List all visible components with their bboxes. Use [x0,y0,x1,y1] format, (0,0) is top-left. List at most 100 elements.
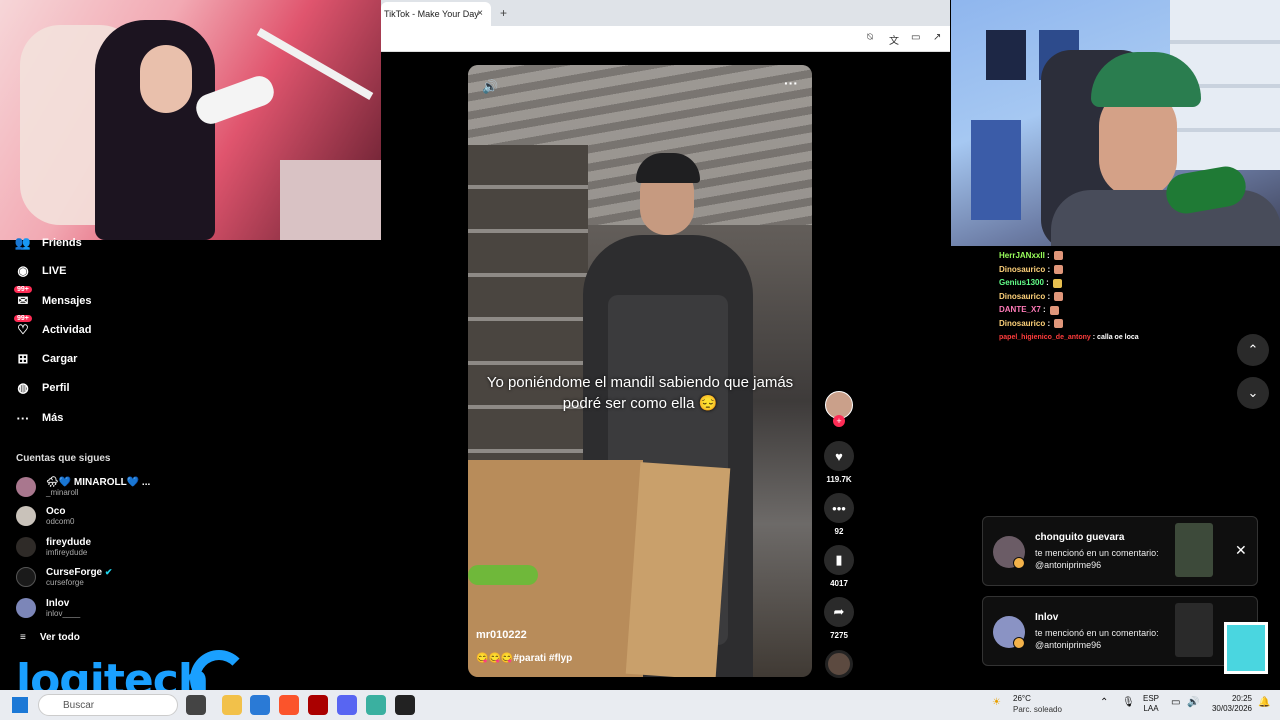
chat-text: calla oe loca [1097,333,1139,341]
notification-text: te mencionó en un comentario: @antonipri… [1035,628,1159,650]
system-clock[interactable]: 20:25 30/03/2026 [1204,694,1252,714]
windows-taskbar: Buscar [0,690,1280,720]
account-name: Oco [46,505,66,517]
chat-message: papel_higienico_de_antony : calla oe loc… [999,333,1139,341]
avatar [16,598,36,618]
following-account[interactable]: 🌧💙 MINAROLL💙 ... _minaroll [16,474,150,500]
friends-icon: 👥 [14,235,32,250]
avatar [16,506,36,526]
clock-date: 30/03/2026 [1211,704,1252,713]
tab-close-icon[interactable]: × [477,8,483,19]
comment-badge-icon [1013,557,1025,569]
screen: TikTok - Make Your Day × + ⍉ 文 ▭ ↗ 👥 Fri… [0,0,1280,720]
comment-action[interactable]: ••• 92 [824,493,854,536]
task-view-icon[interactable] [186,695,206,715]
storage-shelf [468,145,588,475]
microphone-icon[interactable]: 🎙 [1122,697,1135,708]
volume-icon[interactable]: 🔊 [482,79,498,95]
like-action[interactable]: ♥ 119.7K [824,441,854,484]
windows-start-icon[interactable] [12,697,28,713]
video-player[interactable]: 🔊 ··· Yo poniéndome el mandil sabiendo q… [468,65,812,677]
tray-chevron-icon[interactable]: ⌃ [1100,697,1108,708]
close-icon[interactable]: ✕ [1235,542,1247,559]
browser-tab-bar: TikTok - Make Your Day × + [381,0,950,26]
taskbar-search[interactable]: Buscar [38,694,178,716]
sidebar-item-activity[interactable]: ♡ 99+ Actividad [14,315,92,341]
previous-video-button[interactable]: ⌃ [1237,334,1269,366]
profile-icon: ◍ [17,380,29,395]
tab-title: TikTok - Make Your Day [384,9,479,19]
brave-browser-icon[interactable] [279,695,299,715]
avatar [16,537,36,557]
emote-icon [1054,319,1064,329]
minecraft-figure [971,120,1021,220]
save-action[interactable]: ▮ 4017 [824,545,854,588]
next-video-button[interactable]: ⌄ [1237,377,1269,409]
reader-mode-icon[interactable]: ⍉ [867,32,873,43]
follow-plus-icon[interactable]: + [833,415,845,427]
mic-arm [256,28,374,100]
account-name: 🌧💙 MINAROLL💙 ... [46,476,151,488]
streamer-webcam-left [0,0,381,240]
obs-icon[interactable] [395,695,415,715]
share-arrow-icon[interactable]: ➦ [824,597,854,627]
weather-temp: 26°C [1013,694,1031,703]
video-more-icon[interactable]: ··· [784,75,798,91]
emote-icon [1054,264,1064,274]
sidebar-item-upload[interactable]: ⊞ Cargar [14,348,78,370]
chat-user: HerrJANxxII [999,251,1045,260]
sidebar-item-messages[interactable]: ✉ 99+ Mensajes [14,286,92,312]
discord-icon[interactable] [337,695,357,715]
cast-icon[interactable]: ▭ [911,32,920,43]
file-explorer-icon[interactable] [222,695,242,715]
sidebar-item-profile[interactable]: ◍ Perfil [14,377,69,399]
network-icon[interactable]: ▭ [1171,697,1180,708]
account-username: curseforge [46,577,84,587]
sidebar-item-friends[interactable]: 👥 Friends [14,232,82,254]
notification-user: Inlov [1035,612,1059,623]
following-account[interactable]: CurseForge ✔ curseforge [16,564,112,590]
sidebar-item-live[interactable]: ◉ LIVE [14,260,66,282]
sidebar-item-label: Friends [42,237,82,249]
comment-icon[interactable]: ••• [824,493,854,523]
browser-toolbar: ⍉ 文 ▭ ↗ [381,26,950,52]
clock-time: 20:25 [1231,694,1252,703]
app-icon[interactable] [366,695,386,715]
chat-message: Dinosaurico : [999,263,1239,277]
bookmark-icon[interactable]: ▮ [824,545,854,575]
language-indicator[interactable]: ESP LAA [1143,694,1159,714]
store-icon[interactable] [250,695,270,715]
app-icon[interactable] [308,695,328,715]
keyboard-layout: LAA [1143,704,1159,713]
following-account[interactable]: fireydude imfireydude [16,534,91,560]
share-action[interactable]: ➦ 7275 [824,597,854,640]
chat-message: Dinosaurico : [999,317,1239,331]
weather-desc: Parc. soleado [1013,705,1062,714]
translate-icon[interactable]: 文 [889,32,899,47]
activity-icon: ♡ 99+ [14,315,32,339]
language-code: ESP [1143,694,1160,703]
following-account[interactable]: Inlov inlov____ [16,595,80,621]
chat-user: Dinosaurico [999,318,1046,328]
share-icon[interactable]: ↗ [933,32,941,43]
speaker-icon[interactable]: 🔊 [1187,697,1199,708]
sound-disc-icon[interactable] [825,650,853,678]
following-account[interactable]: Oco odcom0 [16,503,74,529]
live-icon: ◉ [17,263,29,278]
comment-badge-icon [1013,637,1025,649]
sidebar-item-more[interactable]: ··· Más [14,407,64,429]
sidebar-item-label: Cargar [42,353,78,365]
browser-tab[interactable]: TikTok - Make Your Day × [381,2,491,26]
heart-icon[interactable]: ♥ [824,441,854,471]
mention-notification[interactable]: chonguito guevara te mencionó en un come… [982,516,1258,586]
new-tab-button[interactable]: + [500,6,507,20]
streamer-face [140,45,192,113]
like-count: 119.7K [826,475,852,484]
notifications-icon[interactable]: 🔔 [1258,697,1270,708]
video-username[interactable]: mr010222 [476,629,527,641]
see-all-link[interactable]: ≡ Ver todo [20,632,80,643]
see-all-label: Ver todo [39,632,80,643]
mention-notification[interactable]: Inlov te mencionó en un comentario: @ant… [982,596,1258,666]
following-section-title: Cuentas que sigues [16,453,111,464]
pixel-character-overlay [1224,622,1268,674]
